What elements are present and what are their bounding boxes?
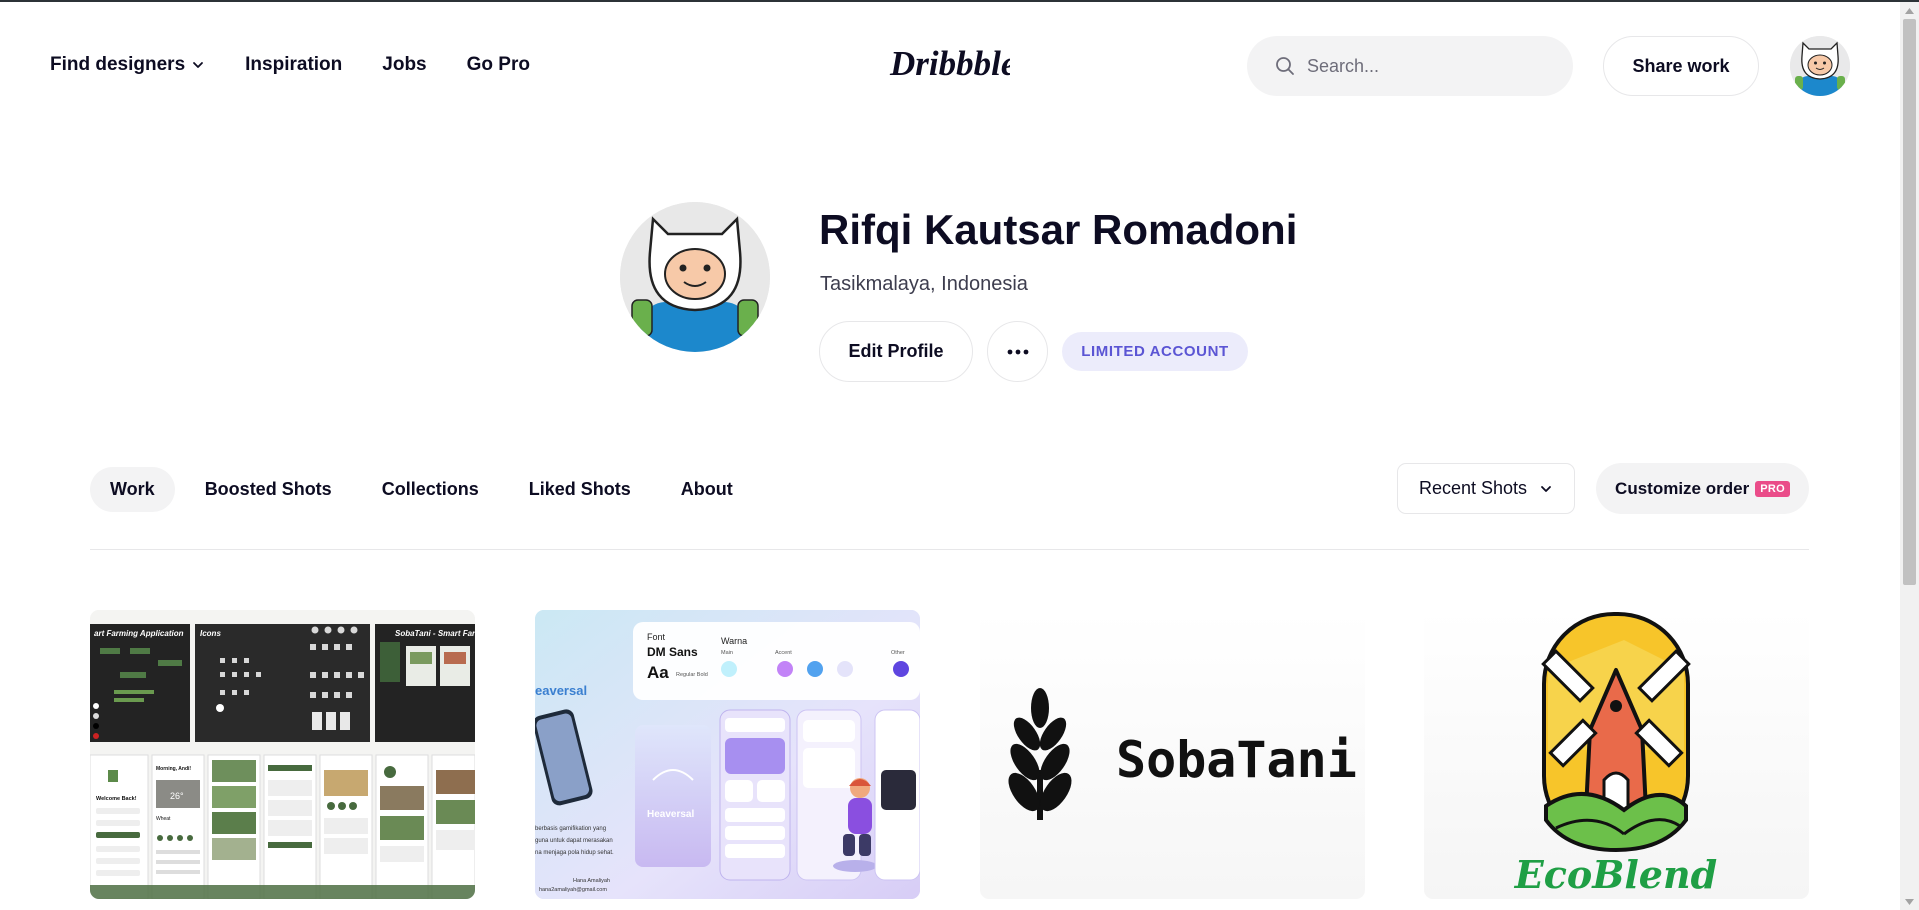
more-dots-icon xyxy=(1007,349,1028,354)
shot-card-ecoblend-logo[interactable]: EcoBlend xyxy=(1424,610,1809,899)
nav-jobs[interactable]: Jobs xyxy=(382,54,426,76)
page-scrollbar[interactable] xyxy=(1900,2,1919,910)
crop-text: Wheat xyxy=(156,816,171,822)
nav-go-pro-label: Go Pro xyxy=(466,54,530,75)
board3-title: SobaTani - Smart Farm xyxy=(395,629,475,638)
font-sample: Aa xyxy=(647,663,669,682)
tab-work-label: Work xyxy=(110,479,155,499)
sort-dropdown-label: Recent Shots xyxy=(1418,478,1528,498)
nav-go-pro[interactable]: Go Pro xyxy=(467,54,530,76)
temperature-text: 26° xyxy=(170,791,184,801)
profile-name: Rifqi Kautsar Romadoni xyxy=(819,206,1298,253)
shot-thumbnail: Font DM Sans Aa Regular Bold Warna Main … xyxy=(535,610,920,899)
board1-title: art Farming Application xyxy=(94,629,184,638)
scroll-down-arrow-icon[interactable] xyxy=(1900,893,1919,910)
nav-inspiration-label: Inspiration xyxy=(245,54,343,75)
nav-inspiration[interactable]: Inspiration xyxy=(245,54,342,76)
wheat-logo-icon xyxy=(1008,688,1072,820)
sort-dropdown[interactable]: Recent Shots xyxy=(1397,463,1575,514)
warna-label: Warna xyxy=(721,636,747,646)
more-options-button[interactable] xyxy=(987,321,1048,382)
main-label: Main xyxy=(721,650,733,656)
desc-line-3: na menjaga pola hidup sehat. xyxy=(535,850,614,856)
search-input[interactable] xyxy=(1307,55,1547,77)
shot-card-sobatani-logo[interactable]: SobaTani xyxy=(980,610,1365,899)
shot-thumbnail: SobaTani xyxy=(1008,688,1357,820)
windmill-logo-icon xyxy=(1541,612,1691,853)
profile-location: Tasikmalaya, Indonesia xyxy=(820,273,1028,295)
user-avatar[interactable] xyxy=(1790,36,1850,96)
tab-collections-label: Collections xyxy=(381,479,479,499)
chevron-down-icon xyxy=(193,62,204,68)
shot-thumbnail: art Farming Application Icons SobaTani -… xyxy=(90,610,475,899)
limited-account-badge: LIMITED ACCOUNT xyxy=(1062,332,1248,371)
scroll-up-arrow-icon[interactable] xyxy=(1900,2,1919,19)
customize-order-label: Customize order xyxy=(1615,478,1750,498)
sobatani-logo-text: SobaTani xyxy=(1116,731,1357,789)
font-name: DM Sans xyxy=(647,645,698,659)
share-work-label: Share work xyxy=(1632,55,1730,76)
tab-boosted-shots[interactable]: Boosted Shots xyxy=(185,467,352,512)
tab-work[interactable]: Work xyxy=(90,467,175,512)
shot-card-heaversal[interactable]: Font DM Sans Aa Regular Bold Warna Main … xyxy=(535,610,920,899)
profile-avatar xyxy=(620,202,770,352)
tab-liked-shots[interactable]: Liked Shots xyxy=(509,467,651,512)
edit-profile-label: Edit Profile xyxy=(848,341,944,361)
tab-collections[interactable]: Collections xyxy=(362,467,499,512)
brand-text-center: Heaversal xyxy=(647,809,694,820)
logo-text: Dribbble xyxy=(889,44,1010,83)
desc-line-2: guna untuk dapat merasakan xyxy=(535,838,613,844)
nav-jobs-label: Jobs xyxy=(382,54,427,75)
search-bar[interactable] xyxy=(1247,36,1573,96)
board2-title: Icons xyxy=(200,629,221,638)
author-name: Hana Amaliyah xyxy=(573,878,610,884)
other-label: Other xyxy=(891,650,905,656)
search-icon xyxy=(1276,57,1294,75)
author-email: hana2amaliyah@gmail.com xyxy=(539,887,607,893)
customize-order-button[interactable]: Customize order PRO xyxy=(1596,463,1809,514)
profile-tabs: Work Boosted Shots Collections Liked Sho… xyxy=(90,467,763,512)
nav-find-designers[interactable]: Find designers xyxy=(50,54,205,76)
shot-card-sobatani-app[interactable]: art Farming Application Icons SobaTani -… xyxy=(90,610,475,899)
desc-line-1: berbasis gamifikation yang xyxy=(535,826,606,832)
scrollbar-thumb[interactable] xyxy=(1903,19,1916,585)
shot-thumbnail: EcoBlend xyxy=(1514,612,1717,897)
accent-label: Accent xyxy=(775,650,792,656)
site-header: Find designers Inspiration Jobs Go Pro D… xyxy=(0,2,1900,128)
brand-text: eaversal xyxy=(535,683,587,698)
share-work-button[interactable]: Share work xyxy=(1603,36,1759,96)
welcome-text: Welcome Back! xyxy=(96,796,137,802)
edit-profile-button[interactable]: Edit Profile xyxy=(819,321,973,382)
ecoblend-logo-text: EcoBlend xyxy=(1514,852,1717,897)
pro-badge: PRO xyxy=(1755,480,1790,497)
tab-liked-shots-label: Liked Shots xyxy=(528,479,631,499)
tab-about-label: About xyxy=(680,479,733,499)
font-label: Font xyxy=(647,632,666,642)
nav-find-designers-label: Find designers xyxy=(50,54,186,75)
tab-about[interactable]: About xyxy=(661,467,753,512)
font-weights: Regular Bold xyxy=(676,672,708,678)
dribbble-logo[interactable]: Dribbble xyxy=(888,42,1010,86)
chevron-down-icon xyxy=(1541,485,1551,492)
finn-avatar-icon xyxy=(620,202,770,352)
greeting-text: Morning, Andi! xyxy=(156,766,191,772)
tabs-divider xyxy=(90,549,1809,550)
finn-avatar-icon xyxy=(1790,36,1850,96)
main-nav: Find designers Inspiration Jobs Go Pro xyxy=(50,54,570,76)
tab-boosted-shots-label: Boosted Shots xyxy=(204,479,332,499)
